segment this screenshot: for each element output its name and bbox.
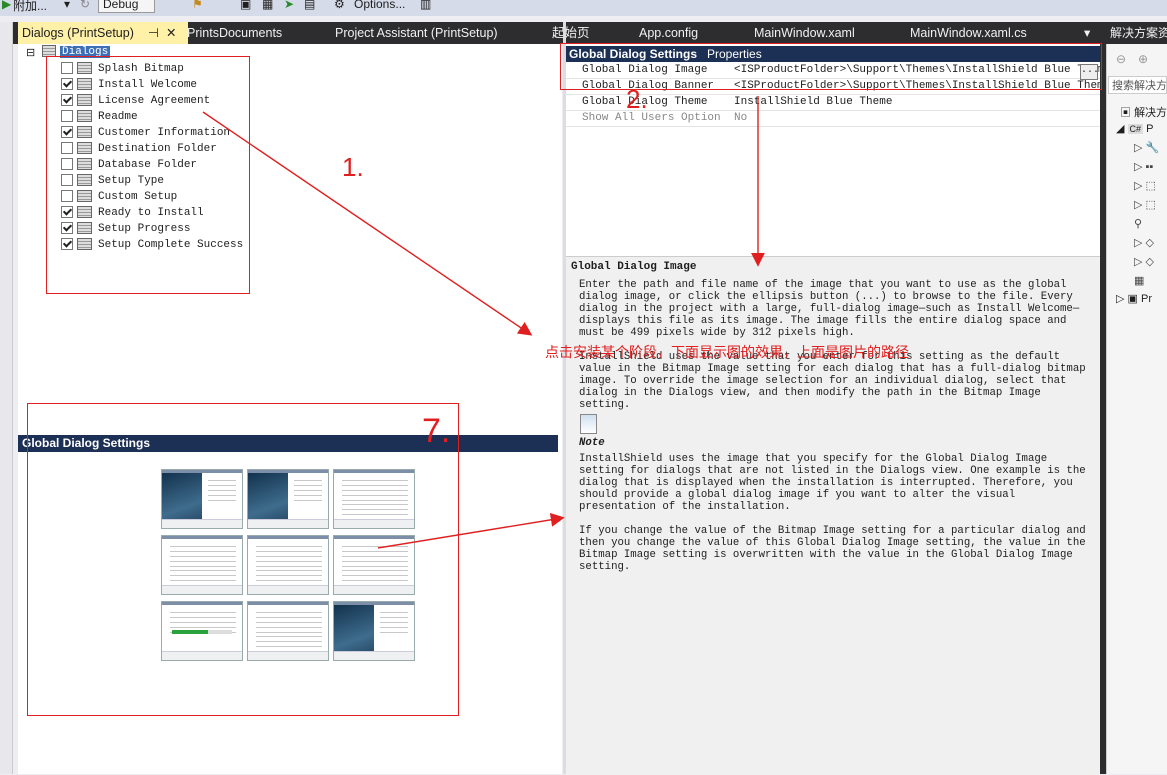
options-button[interactable]: Options... — [354, 0, 405, 11]
document-tab-bar: Dialogs (PrintSetup) ⊣ ✕ PrintsDocuments… — [0, 22, 1104, 44]
project-child-node[interactable]: ▷ ▪▪ — [1134, 160, 1153, 173]
find-icon[interactable]: ⚑ — [192, 0, 203, 11]
note-text: InstallShield uses the image that you sp… — [579, 453, 1086, 513]
annotation-note-cn: 点击安装某个阶段，下面显示图的效果，上面是图片的路径 — [545, 344, 909, 360]
left-gutter — [0, 22, 13, 774]
description-para3: If you change the value of the Bitmap Im… — [579, 525, 1086, 573]
annotation-mark-1: 1. — [342, 152, 364, 182]
project-child-node[interactable]: ⚲ — [1134, 217, 1142, 230]
expand-icon: ◢ — [1116, 123, 1125, 135]
splitter[interactable] — [563, 22, 566, 774]
tab-printsdocuments[interactable]: PrintsDocuments — [187, 22, 282, 44]
pin-icon[interactable]: ⊣ — [148, 22, 159, 44]
tab-label: Dialogs (PrintSetup) — [22, 26, 134, 40]
tab-mainwindow-xaml[interactable]: MainWindow.xaml — [754, 22, 855, 44]
build-icon[interactable]: ➤ — [284, 0, 294, 11]
solution-root[interactable]: ▣ 解决方 — [1120, 104, 1167, 120]
property-name: Show All Users Option — [582, 112, 721, 124]
project-child-node[interactable]: ▦ — [1134, 274, 1144, 287]
solution-icon: ▣ — [1120, 107, 1131, 119]
project2-label: Pr — [1141, 293, 1152, 305]
project-node[interactable]: ◢ C# P — [1116, 122, 1153, 135]
tree-collapse-icon[interactable]: ⊟ — [26, 47, 35, 59]
tab-project-assistant[interactable]: Project Assistant (PrintSetup) — [335, 22, 498, 44]
project-child-node[interactable]: ▷ ⬚ — [1134, 198, 1156, 211]
solution-explorer-title: 解决方案资 — [1106, 22, 1167, 44]
project-child-node[interactable]: ▷ ⬚ — [1134, 179, 1156, 192]
solution-root-label: 解决方 — [1134, 107, 1167, 119]
refresh-icon[interactable]: ↻ — [80, 0, 90, 11]
toolbar: ▶ 附加... ▾ ↻ Debug ⚑ ▣ ▦ ➤ ▤ ⚙ Options...… — [0, 0, 1167, 16]
tab-overflow-icon[interactable]: ▾ — [1084, 22, 1090, 44]
description-title: Global Dialog Image — [571, 261, 697, 273]
note-icon — [580, 414, 597, 434]
project-child-node[interactable]: ▷ ◇ — [1134, 255, 1154, 268]
tab-dialogs[interactable]: Dialogs (PrintSetup) ⊣ ✕ — [18, 22, 188, 44]
attach-dropdown-icon[interactable]: ▾ — [64, 0, 70, 11]
annotation-box-preview — [27, 403, 459, 716]
doc-icon[interactable]: ▣ — [240, 0, 251, 11]
forward-icon[interactable]: ⊕ — [1138, 52, 1148, 66]
project-child-node[interactable]: ▷ ◇ — [1134, 236, 1154, 249]
project2-node[interactable]: ▷ ▣ Pr — [1116, 292, 1152, 305]
tab-app-config[interactable]: App.config — [639, 22, 698, 44]
property-value[interactable]: No — [734, 110, 747, 126]
save-icon[interactable]: ▤ — [304, 0, 315, 11]
project-child-node[interactable]: ▷ 🔧 — [1134, 141, 1159, 154]
annotation-box-dialog-list — [46, 56, 250, 294]
tab-mainwindow-xaml-cs[interactable]: MainWindow.xaml.cs — [910, 22, 1027, 44]
back-icon[interactable]: ⊖ — [1116, 52, 1126, 66]
project2-icon: ▣ — [1127, 293, 1138, 305]
grid-icon[interactable]: ▦ — [262, 0, 273, 11]
close-icon[interactable]: ✕ — [166, 22, 176, 44]
attach-button[interactable]: 附加... — [13, 0, 47, 14]
annotation-box-properties — [560, 43, 1102, 90]
property-value[interactable]: InstallShield Blue Theme — [734, 94, 892, 110]
layout-icon[interactable]: ▥ — [420, 0, 431, 11]
project-label: P — [1146, 123, 1154, 135]
annotation-mark-7: 7. — [422, 412, 451, 450]
note-label: Note — [579, 437, 605, 449]
tab-start-page[interactable]: 起始页 — [552, 22, 590, 44]
annotation-mark-2: 2. — [626, 84, 648, 114]
description-para1: Enter the path and file name of the imag… — [579, 279, 1080, 339]
gear-icon[interactable]: ⚙ — [334, 0, 345, 11]
solution-search-input[interactable]: 搜索解决方 — [1108, 76, 1167, 94]
csharp-icon: C# — [1127, 124, 1144, 134]
config-select[interactable]: Debug — [98, 0, 156, 13]
expand-icon: ▷ — [1116, 293, 1125, 305]
start-icon[interactable]: ▶ — [2, 0, 11, 11]
